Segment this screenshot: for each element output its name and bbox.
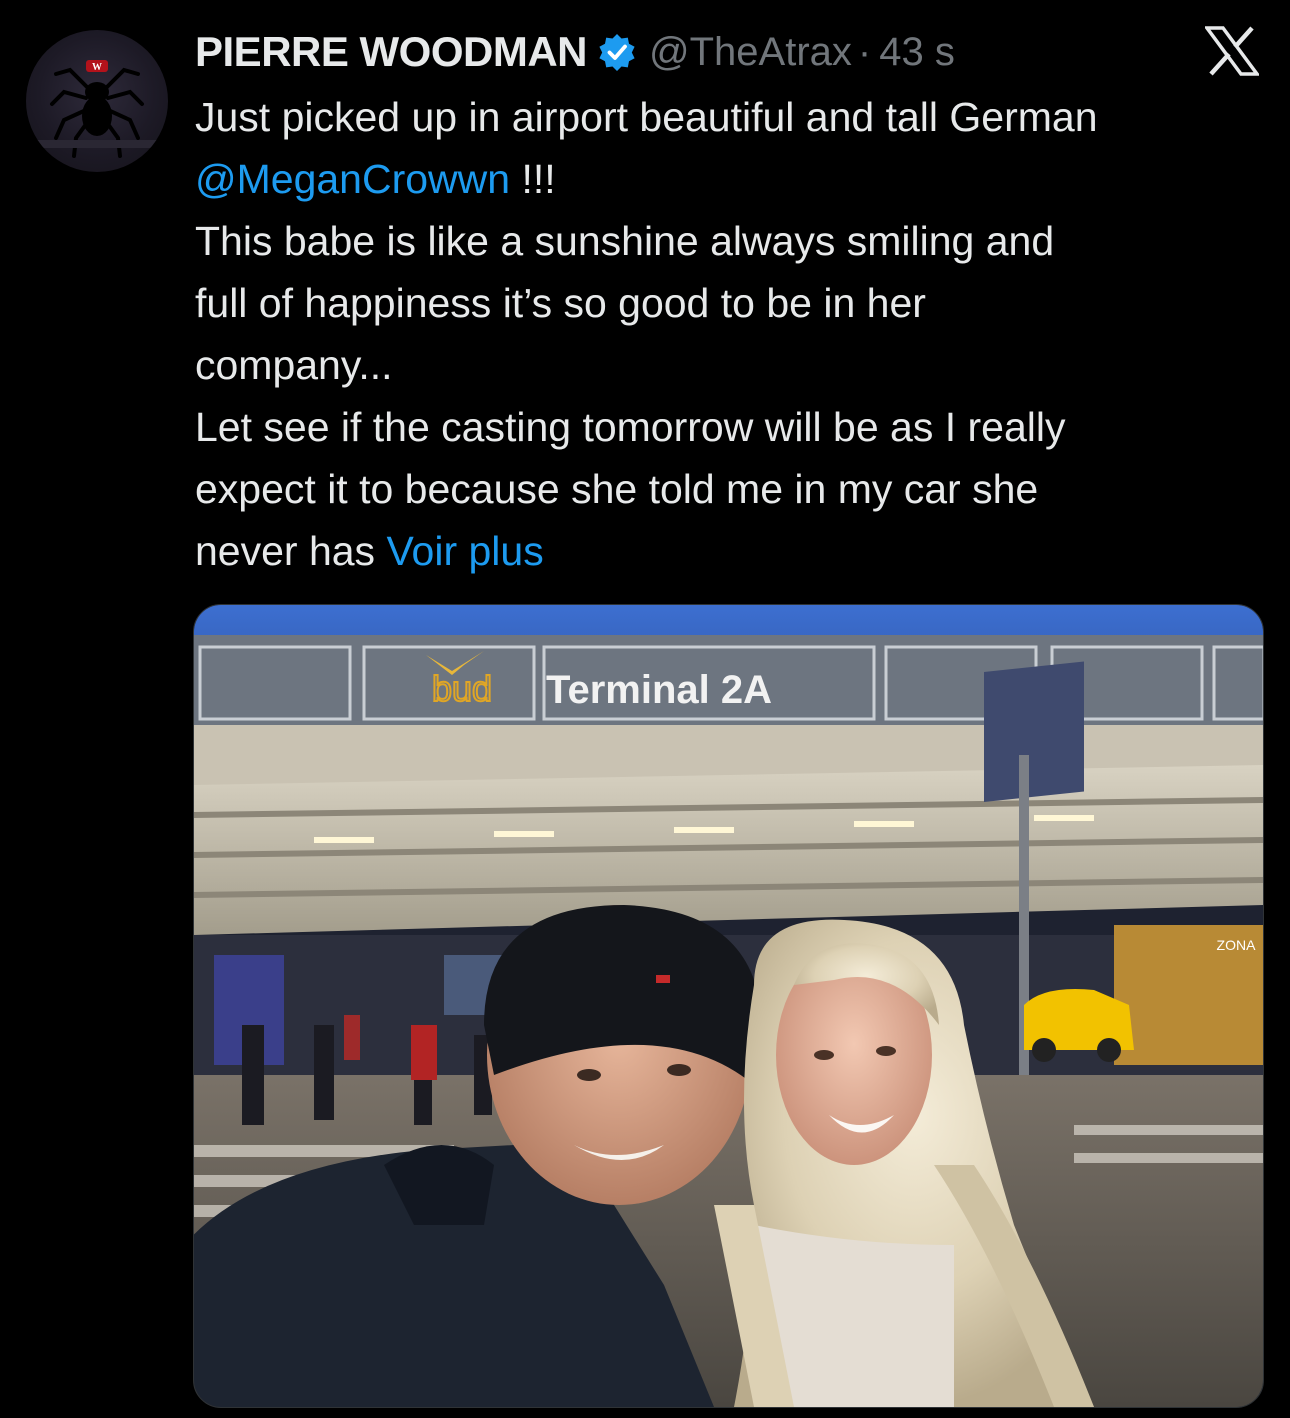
mention-link[interactable]: @MeganCrowwn — [195, 156, 510, 202]
tweet-text-line: This babe is like a sunshine always smil… — [195, 218, 1055, 264]
verified-badge-icon — [599, 34, 635, 71]
header-separator: · — [857, 29, 872, 74]
mention-suffix: !!! — [510, 156, 556, 202]
tweet-text-line: never has Voir plus — [195, 520, 1270, 582]
sign-terminal-text: Terminal 2A — [546, 668, 772, 712]
sign-zone-text: ZONA — [1217, 937, 1257, 953]
show-more-link[interactable]: Voir plus — [386, 528, 543, 574]
author-avatar[interactable]: W — [26, 30, 168, 172]
tweet-text-line: @MeganCrowwn !!! — [195, 148, 1270, 210]
tweet-photo[interactable]: bud Terminal 2A ZONA — [193, 604, 1264, 1408]
svg-text:W: W — [92, 62, 102, 73]
author-handle[interactable]: @TheAtrax — [649, 30, 852, 75]
tweet-timestamp[interactable]: 43 s — [879, 30, 955, 75]
photo-airport-selfie: bud Terminal 2A ZONA — [194, 605, 1263, 1407]
tweet-text-line: expect it to because she told me in my c… — [195, 466, 1039, 512]
tweet-header: PIERRE WOODMAN @TheAtrax · 43 s — [195, 24, 955, 80]
tweet-text-line: full of happiness it’s so good to be in … — [195, 280, 926, 326]
tweet-text-line: company... — [195, 342, 393, 388]
tweet-text-line: Let see if the casting tomorrow will be … — [195, 404, 1066, 450]
author-display-name[interactable]: PIERRE WOODMAN — [195, 28, 588, 76]
spider-logo-icon: W — [36, 60, 158, 158]
x-logo-icon — [1205, 26, 1259, 76]
tweet-card: W PIERRE WOODMAN @TheAtrax · 43 s Just p… — [0, 0, 1290, 1418]
tweet-text-line: Just picked up in airport beautiful and … — [195, 94, 1098, 140]
sign-brand-text: bud — [432, 668, 492, 709]
tweet-text-tail: never has — [195, 528, 387, 574]
tweet-text: Just picked up in airport beautiful and … — [195, 86, 1270, 582]
